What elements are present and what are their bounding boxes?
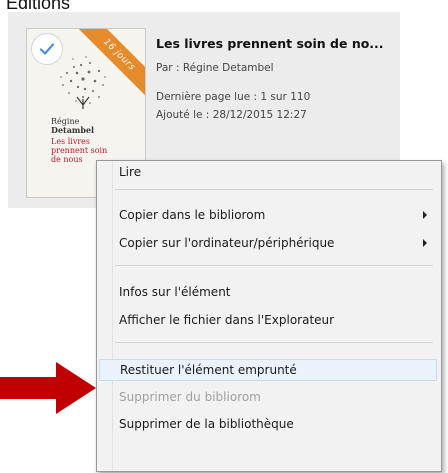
menu-item-label: Supprimer de la bibliothèque <box>119 417 294 431</box>
author-row: Par : Régine Detambel <box>156 62 274 74</box>
last-page-label: Dernière page lue : <box>156 91 258 103</box>
added-row: Ajouté le : 28/12/2015 12:27 <box>156 109 307 121</box>
menu-item-label: Lire <box>119 165 142 179</box>
author-value: Régine Detambel <box>182 62 274 74</box>
red-arrow-icon <box>0 362 96 414</box>
menu-item-label: Afficher le fichier dans l'Explorateur <box>119 313 335 327</box>
cover-title-2: prennent soin <box>51 146 108 155</box>
menu-item-label: Supprimer du bibliorom <box>119 390 261 404</box>
cover-title-1: Les livres <box>51 137 90 146</box>
menu-item-read[interactable]: Lire <box>99 161 437 183</box>
menu-item-label: Copier dans le bibliorom <box>119 208 266 222</box>
context-menu: Lire Copier dans le bibliorom Copier sur… <box>96 160 442 472</box>
menu-item-delete-bibliorom[interactable]: Supprimer du bibliorom <box>99 386 437 408</box>
added-label: Ajouté le : <box>156 109 210 121</box>
menu-item-delete-library[interactable]: Supprimer de la bibliothèque <box>99 413 437 435</box>
chevron-right-icon <box>423 239 427 247</box>
menu-item-label: Restituer l'élément emprunté <box>120 363 297 377</box>
last-page-value: 1 sur 110 <box>260 91 311 103</box>
cover-text: Régine Detambel Les livres prennent soin… <box>51 117 107 164</box>
menu-item-return-loan[interactable]: Restituer l'élément emprunté <box>99 359 437 381</box>
menu-separator <box>115 342 433 343</box>
last-page-row: Dernière page lue : 1 sur 110 <box>156 91 310 103</box>
check-icon[interactable] <box>31 33 63 65</box>
menu-item-label: Copier sur l'ordinateur/périphérique <box>119 236 335 250</box>
added-value: 28/12/2015 12:27 <box>212 109 307 121</box>
menu-item-label: Infos sur l'élément <box>119 285 231 299</box>
menu-item-copy-computer[interactable]: Copier sur l'ordinateur/périphérique <box>99 232 437 254</box>
menu-item-info[interactable]: Infos sur l'élément <box>99 281 437 303</box>
chevron-right-icon <box>423 211 427 219</box>
menu-separator <box>115 189 433 190</box>
author-label: Par : <box>156 62 180 74</box>
menu-separator <box>115 265 433 266</box>
menu-item-show-in-explorer[interactable]: Afficher le fichier dans l'Explorateur <box>99 309 437 331</box>
menu-item-copy-bibliorom[interactable]: Copier dans le bibliorom <box>99 204 437 226</box>
cover-author-last: Detambel <box>51 125 95 135</box>
book-title[interactable]: Les livres prennent soin de no... <box>156 36 400 51</box>
